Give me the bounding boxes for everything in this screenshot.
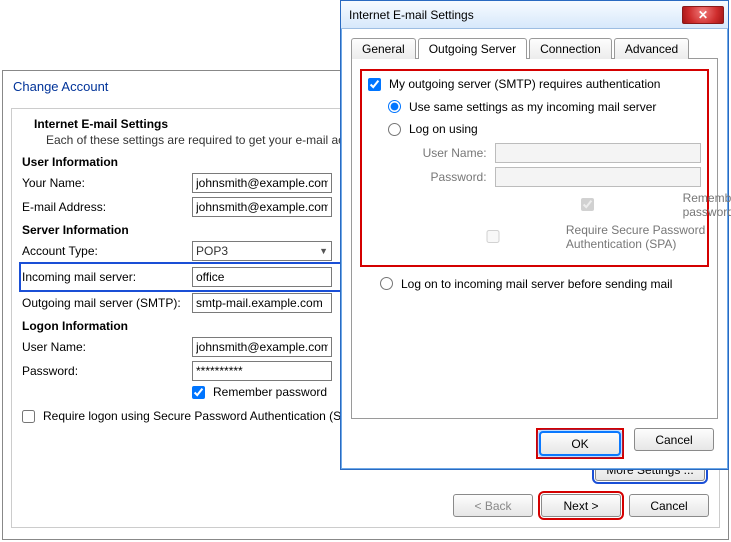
your-name-input[interactable] [192,173,332,193]
requires-auth-label: My outgoing server (SMTP) requires authe… [389,77,660,91]
label-email: E-mail Address: [22,200,192,214]
incoming-server-input[interactable] [192,267,332,287]
dlg-spa-label: Require Secure Password Authentication (… [566,223,722,251]
dlg-spa-checkbox: Require Secure Password Authentication (… [428,223,722,251]
internet-email-settings-dialog: Internet E-mail Settings ✕ General Outgo… [340,0,729,470]
chevron-down-icon: ▼ [319,246,328,256]
label-your-name: Your Name: [22,176,192,190]
tab-advanced[interactable]: Advanced [614,38,689,59]
dlg-spa-box [428,230,558,243]
label-password: Password: [22,364,192,378]
email-input[interactable] [192,197,332,217]
same-settings-label: Use same settings as my incoming mail se… [409,100,656,114]
remember-checkbox-box[interactable] [192,386,205,399]
dlg-username-input [495,143,701,163]
same-settings-radio[interactable]: Use same settings as my incoming mail se… [388,100,656,114]
username-input[interactable] [192,337,332,357]
account-type-select[interactable]: POP3 ▼ [192,241,332,261]
cancel-button[interactable]: Cancel [629,494,709,517]
label-outgoing: Outgoing mail server (SMTP): [22,296,192,310]
same-settings-radio-btn[interactable] [388,100,401,113]
spa-checkbox[interactable]: Require logon using Secure Password Auth… [22,409,360,423]
dialog-title: Internet E-mail Settings [349,8,682,22]
logon-incoming-label: Log on to incoming mail server before se… [401,277,672,291]
tab-general[interactable]: General [351,38,416,59]
tab-outgoing-server[interactable]: Outgoing Server [418,38,527,59]
password-input[interactable] [192,361,332,381]
spa-label: Require logon using Secure Password Auth… [43,409,360,423]
label-username: User Name: [22,340,192,354]
label-account-type: Account Type: [22,244,192,258]
dlg-remember-checkbox: Remember password [500,191,731,219]
log-on-using-radio[interactable]: Log on using [388,122,478,136]
spa-checkbox-box[interactable] [22,410,35,423]
label-incoming: Incoming mail server: [22,270,192,284]
remember-label: Remember password [213,385,327,399]
back-button[interactable]: < Back [453,494,533,517]
next-button[interactable]: Next > [541,494,621,517]
logon-incoming-radio-btn[interactable] [380,277,393,290]
ok-button[interactable]: OK [540,432,620,455]
remember-password-checkbox[interactable]: Remember password [192,385,327,399]
account-type-value: POP3 [196,244,228,258]
log-on-using-radio-btn[interactable] [388,123,401,136]
tabs: General Outgoing Server Connection Advan… [351,37,718,59]
close-icon[interactable]: ✕ [682,6,724,24]
tab-pane: My outgoing server (SMTP) requires authe… [351,59,718,419]
dlg-remember-label: Remember password [683,191,731,219]
requires-auth-checkbox[interactable]: My outgoing server (SMTP) requires authe… [368,77,660,91]
dlg-password-label: Password: [408,170,487,184]
dlg-username-label: User Name: [408,146,487,160]
log-on-using-label: Log on using [409,122,478,136]
dialog-titlebar[interactable]: Internet E-mail Settings ✕ [341,1,728,29]
dlg-remember-box [500,198,675,211]
outgoing-server-input[interactable] [192,293,332,313]
dlg-cancel-button[interactable]: Cancel [634,428,714,451]
requires-auth-box[interactable] [368,78,381,91]
dlg-password-input [495,167,701,187]
tab-connection[interactable]: Connection [529,38,612,59]
logon-incoming-radio[interactable]: Log on to incoming mail server before se… [380,277,672,291]
